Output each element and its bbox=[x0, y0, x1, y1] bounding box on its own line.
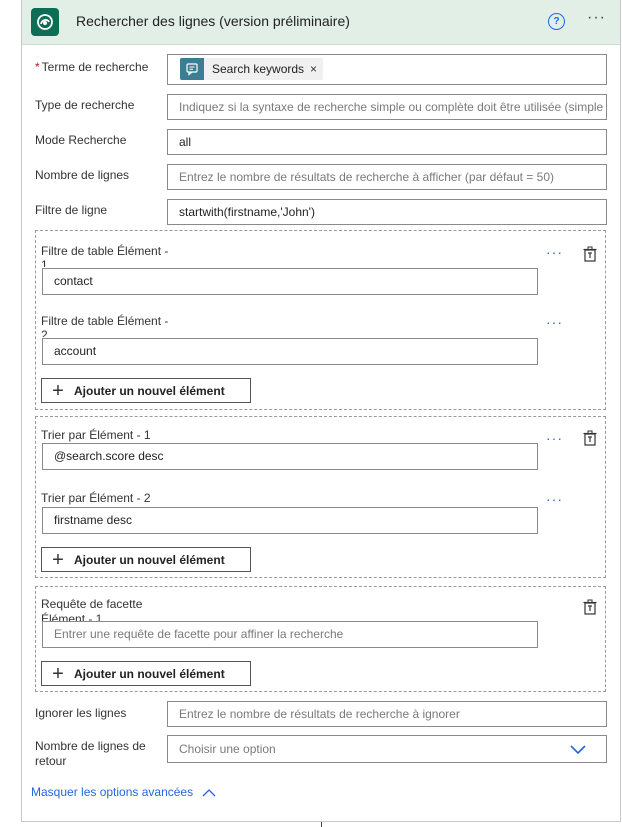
more-options-icon[interactable]: ··· bbox=[587, 9, 606, 27]
card-title: Rechercher des lignes (version prélimina… bbox=[76, 13, 350, 29]
order-by-add-button[interactable]: + Ajouter un nouvel élément bbox=[41, 547, 251, 572]
search-mode-input[interactable]: all bbox=[167, 129, 607, 155]
table-filter-item-1-input[interactable]: contact bbox=[42, 268, 538, 295]
return-rows-label-line2: retour bbox=[35, 754, 67, 768]
skip-rows-input[interactable]: Entrez le nombre de résultats de recherc… bbox=[167, 701, 607, 727]
table-filter-item-2-label: Filtre de table Élément - bbox=[41, 314, 169, 328]
order-by-item-1-label: Trier par Élément - 1 bbox=[41, 428, 151, 442]
table-filter-item-2-more-icon[interactable]: ··· bbox=[546, 314, 563, 330]
row-filter-label: Filtre de ligne bbox=[35, 203, 108, 217]
row-count-label: Nombre de lignes bbox=[35, 168, 130, 182]
token-label: Search keywords bbox=[212, 62, 305, 76]
delete-group-icon[interactable] bbox=[582, 599, 598, 615]
table-filter-item-1-label: Filtre de table Élément - bbox=[41, 244, 169, 258]
plus-icon: + bbox=[52, 379, 64, 402]
delete-group-icon[interactable] bbox=[582, 246, 598, 262]
plus-icon: + bbox=[52, 662, 64, 685]
dynamic-content-icon bbox=[180, 58, 204, 80]
facet-item-label-num: Élément - 1 bbox=[41, 612, 103, 621]
search-term-label: * Terme de recherche bbox=[35, 60, 149, 74]
table-filter-item-2-input[interactable]: account bbox=[42, 338, 538, 365]
facet-item-label: Requête de facette bbox=[41, 597, 143, 611]
card-header[interactable]: Rechercher des lignes (version prélimina… bbox=[22, 0, 620, 45]
facet-add-button[interactable]: + Ajouter un nouvel élément bbox=[41, 661, 251, 686]
order-by-item-1-more-icon[interactable]: ··· bbox=[546, 430, 563, 446]
remove-token-icon[interactable]: × bbox=[310, 62, 323, 76]
return-rows-select[interactable]: Choisir une option bbox=[167, 735, 607, 763]
search-type-input[interactable]: Indiquez si la syntaxe de recherche simp… bbox=[167, 94, 607, 120]
flow-connector bbox=[321, 822, 322, 827]
action-card: Rechercher des lignes (version prélimina… bbox=[21, 0, 621, 827]
chevron-down-icon[interactable] bbox=[570, 742, 586, 758]
dataverse-logo-icon bbox=[31, 8, 59, 36]
row-count-input[interactable]: Entrez le nombre de résultats de recherc… bbox=[167, 164, 607, 190]
table-filter-add-button[interactable]: + Ajouter un nouvel élément bbox=[41, 378, 251, 403]
delete-group-icon[interactable] bbox=[582, 430, 598, 446]
plus-icon: + bbox=[52, 548, 64, 571]
table-filter-item-1-label-num: 1 bbox=[41, 258, 48, 267]
help-icon[interactable]: ? bbox=[548, 13, 565, 30]
return-rows-label-line1: Nombre de lignes de bbox=[35, 739, 146, 753]
required-marker: * bbox=[35, 60, 40, 74]
order-by-item-2-label: Trier par Élément - 2 bbox=[41, 491, 151, 505]
table-filter-item-2-label-num: 2 bbox=[41, 328, 48, 337]
order-by-item-2-input[interactable]: firstname desc bbox=[42, 507, 538, 534]
chevron-up-icon bbox=[202, 788, 216, 797]
facet-input[interactable]: Entrer une requête de facette pour affin… bbox=[42, 621, 538, 648]
table-filter-item-1-more-icon[interactable]: ··· bbox=[546, 244, 563, 260]
search-keywords-token[interactable]: Search keywords × bbox=[180, 58, 324, 80]
hide-advanced-options-link[interactable]: Masquer les options avancées bbox=[31, 785, 216, 799]
search-mode-label: Mode Recherche bbox=[35, 133, 127, 147]
order-by-item-2-more-icon[interactable]: ··· bbox=[546, 491, 563, 507]
row-filter-input[interactable]: startwith(firstname,'John') bbox=[167, 199, 607, 225]
order-by-item-1-input[interactable]: @search.score desc bbox=[42, 443, 538, 470]
skip-rows-label: Ignorer les lignes bbox=[35, 706, 127, 720]
search-type-label: Type de recherche bbox=[35, 98, 135, 112]
